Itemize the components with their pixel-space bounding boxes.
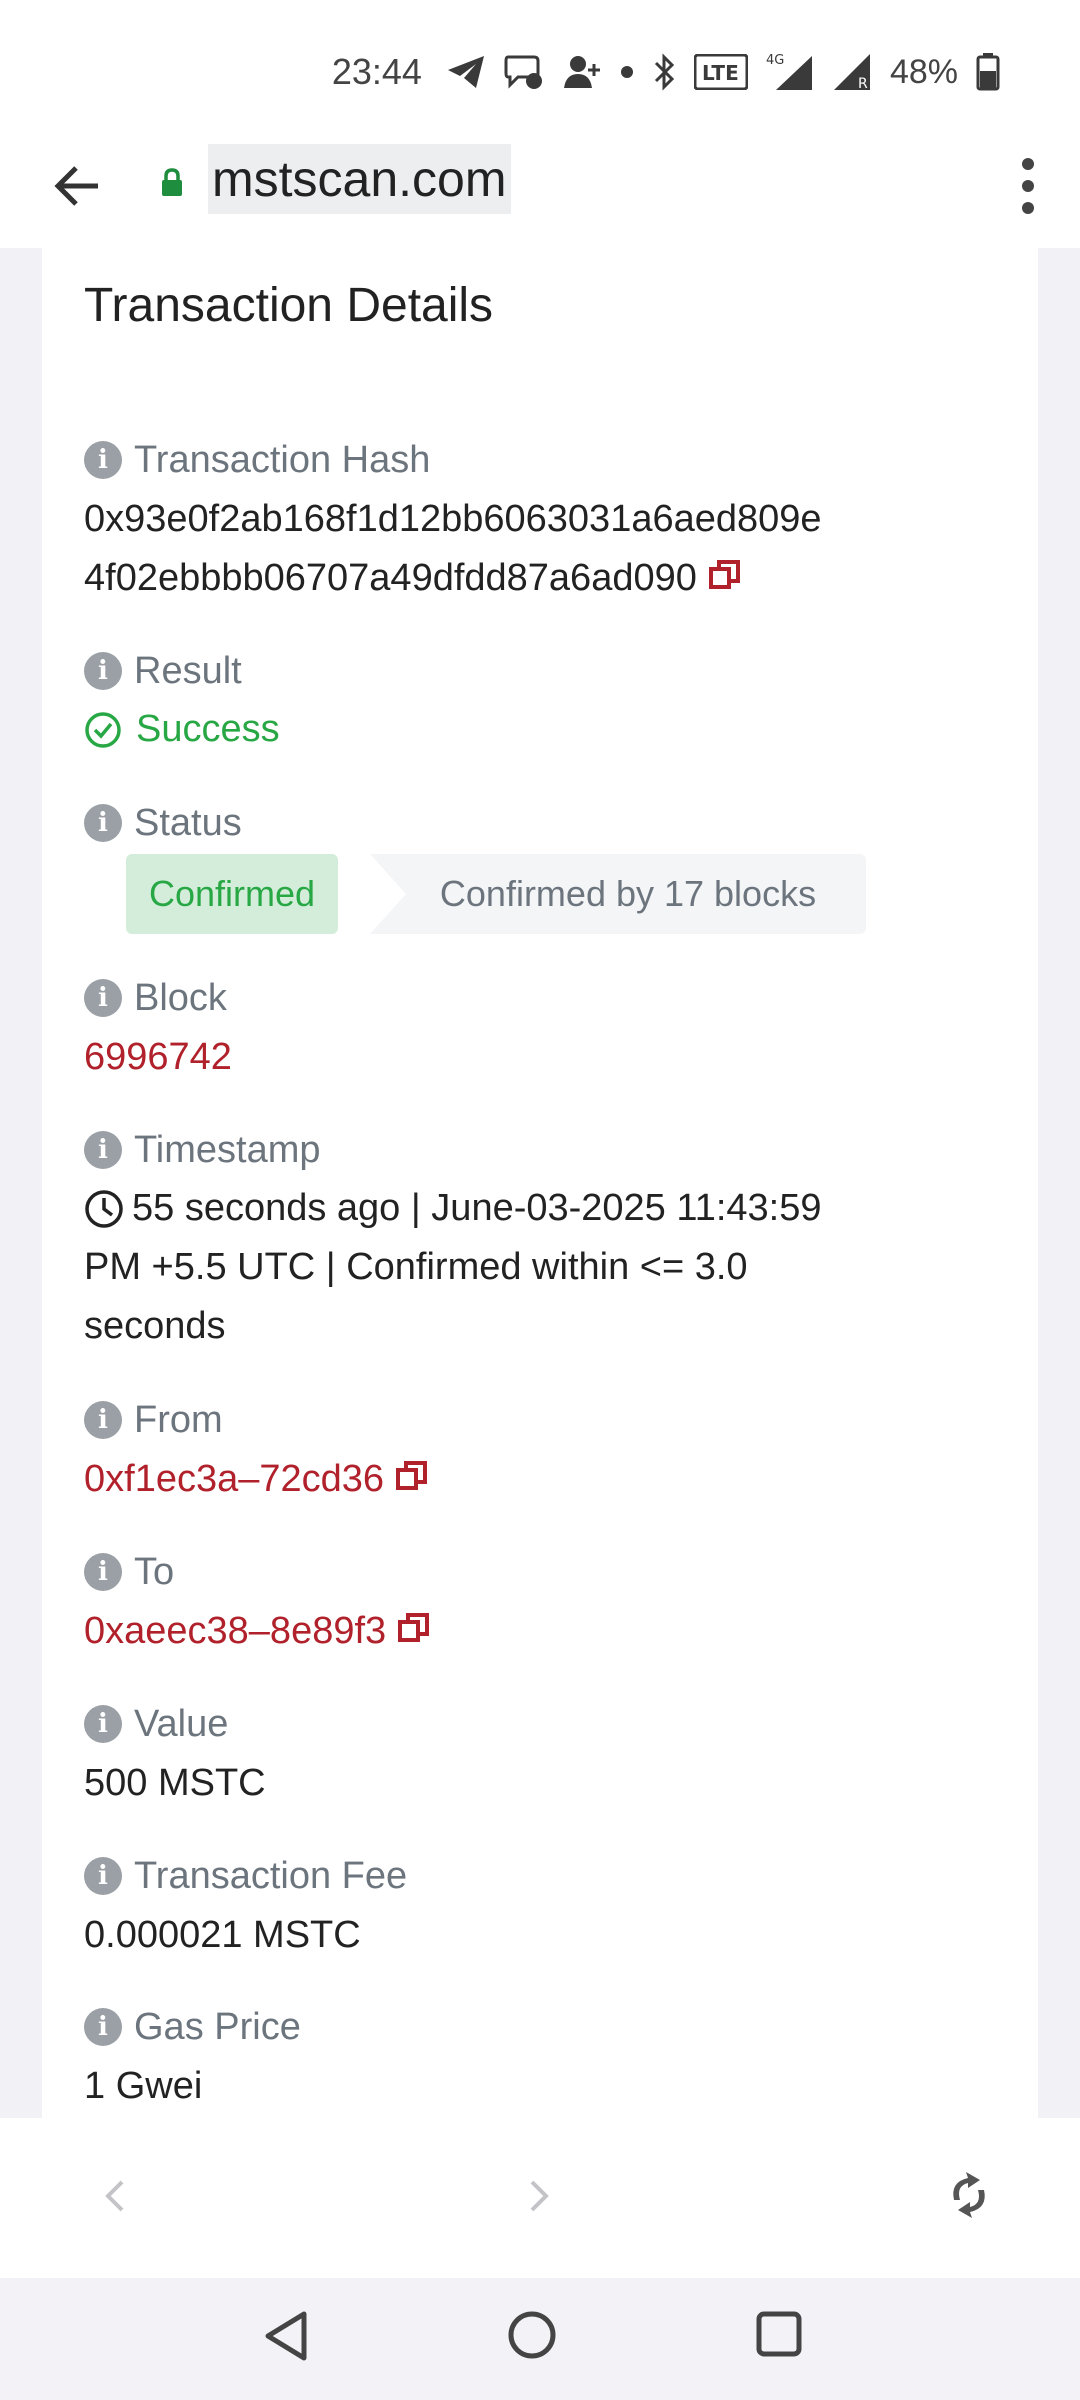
info-icon[interactable]: i bbox=[84, 441, 122, 479]
gas-amount: 1 Gwei bbox=[84, 2065, 203, 2107]
nav-recents-icon[interactable] bbox=[756, 2311, 802, 2362]
confirmations-badge: Confirmed by 17 blocks bbox=[370, 854, 866, 934]
signal-icon: 4G bbox=[766, 52, 814, 92]
system-nav-bar bbox=[0, 2278, 1080, 2400]
url-text[interactable]: mstscan.com bbox=[208, 144, 511, 214]
hash-value-line1: 0x93e0f2ab168f1d12bb6063031a6aed809e bbox=[84, 498, 822, 540]
back-arrow-icon[interactable] bbox=[52, 160, 104, 212]
hash-label-text: Transaction Hash bbox=[134, 438, 431, 481]
status-icons: 23:44 LTE 4G R 48% bbox=[332, 50, 1000, 94]
status-label: i Status bbox=[84, 801, 242, 844]
fee-amount: 0.000021 MSTC bbox=[84, 1914, 361, 1956]
battery-icon bbox=[976, 53, 1000, 91]
nav-home-icon[interactable] bbox=[507, 2310, 557, 2365]
browser-url-bar: mstscan.com bbox=[0, 140, 1080, 248]
fee-label-text: Transaction Fee bbox=[134, 1854, 408, 1897]
hash-value-line2: 4f02ebbbb06707a49dfdd87a6ad090 bbox=[84, 557, 697, 599]
info-icon[interactable]: i bbox=[84, 1857, 122, 1895]
more-menu-icon[interactable] bbox=[1018, 156, 1038, 216]
svg-text:4G: 4G bbox=[766, 53, 784, 68]
status-label-text: Status bbox=[134, 801, 242, 844]
telegram-icon bbox=[446, 54, 486, 90]
status-bar: 23:44 LTE 4G R 48% bbox=[0, 0, 1080, 140]
svg-text:LTE: LTE bbox=[702, 61, 739, 85]
lock-icon bbox=[160, 168, 184, 198]
gas-label-text: Gas Price bbox=[134, 2005, 301, 2048]
to-address-link[interactable]: 0xaeec38–8e89f3 bbox=[84, 1610, 386, 1652]
info-icon[interactable]: i bbox=[84, 1131, 122, 1169]
from-label: i From bbox=[84, 1398, 223, 1441]
browser-bottom-toolbar bbox=[0, 2118, 1080, 2278]
info-icon[interactable]: i bbox=[84, 1705, 122, 1743]
timestamp-line1-row: 55 seconds ago | June-03-2025 11:43:59 bbox=[84, 1179, 821, 1238]
timestamp-label-text: Timestamp bbox=[134, 1128, 321, 1171]
result-value-text: Success bbox=[136, 708, 280, 750]
timestamp-line1: 55 seconds ago | June-03-2025 11:43:59 bbox=[132, 1187, 822, 1229]
hash-value-line2-row: 4f02ebbbb06707a49dfdd87a6ad090 bbox=[84, 549, 822, 609]
result-label: i Result bbox=[84, 649, 242, 692]
chevron-right-icon[interactable] bbox=[526, 2178, 554, 2219]
timestamp-line3: seconds bbox=[84, 1305, 226, 1347]
info-icon[interactable]: i bbox=[84, 1401, 122, 1439]
from-address-link[interactable]: 0xf1ec3a–72cd36 bbox=[84, 1458, 384, 1500]
dot-icon bbox=[620, 65, 634, 79]
check-circle-icon bbox=[84, 711, 122, 749]
block-label-text: Block bbox=[134, 976, 227, 1019]
to-label: i To bbox=[84, 1550, 175, 1593]
value-label: i Value bbox=[84, 1702, 229, 1745]
from-value: 0xf1ec3a–72cd36 bbox=[84, 1450, 428, 1510]
result-value: Success bbox=[84, 700, 280, 759]
timestamp-label: i Timestamp bbox=[84, 1128, 321, 1171]
info-icon[interactable]: i bbox=[84, 652, 122, 690]
info-icon[interactable]: i bbox=[84, 2008, 122, 2046]
chevron-left-icon[interactable] bbox=[100, 2178, 128, 2219]
add-contact-icon bbox=[562, 54, 602, 90]
copy-icon[interactable] bbox=[396, 1451, 428, 1510]
volte-icon: LTE bbox=[693, 54, 748, 90]
status-time: 23:44 bbox=[331, 51, 422, 92]
timestamp-value: 55 seconds ago | June-03-2025 11:43:59 P… bbox=[84, 1179, 821, 1356]
value-label-text: Value bbox=[134, 1702, 229, 1745]
info-icon[interactable]: i bbox=[84, 979, 122, 1017]
bluetooth-icon bbox=[652, 53, 676, 91]
to-label-text: To bbox=[134, 1550, 175, 1593]
svg-text:R: R bbox=[858, 76, 868, 92]
hash-value: 0x93e0f2ab168f1d12bb6063031a6aed809e 4f0… bbox=[84, 490, 822, 609]
value-amount: 500 MSTC bbox=[84, 1762, 266, 1804]
gas-label: i Gas Price bbox=[84, 2005, 301, 2048]
timestamp-line2: PM +5.5 UTC | Confirmed within <= 3.0 bbox=[84, 1246, 748, 1288]
roaming-signal-icon: R bbox=[832, 52, 872, 92]
fee-label: i Transaction Fee bbox=[84, 1854, 408, 1897]
status-badge: Confirmed bbox=[126, 854, 338, 934]
to-value: 0xaeec38–8e89f3 bbox=[84, 1602, 430, 1662]
from-label-text: From bbox=[134, 1398, 223, 1441]
nav-back-icon[interactable] bbox=[262, 2310, 310, 2367]
copy-icon[interactable] bbox=[708, 550, 741, 609]
battery-percent: 48% bbox=[889, 52, 958, 91]
result-label-text: Result bbox=[134, 649, 242, 692]
info-icon[interactable]: i bbox=[84, 804, 122, 842]
refresh-icon[interactable] bbox=[944, 2170, 994, 2225]
clock-icon bbox=[84, 1189, 124, 1229]
block-label: i Block bbox=[84, 976, 227, 1019]
chat-icon bbox=[504, 53, 544, 91]
hash-label: i Transaction Hash bbox=[84, 438, 431, 481]
block-link[interactable]: 6996742 bbox=[84, 1028, 232, 1087]
copy-icon[interactable] bbox=[398, 1603, 430, 1662]
info-icon[interactable]: i bbox=[84, 1553, 122, 1591]
page-title: Transaction Details bbox=[84, 279, 494, 332]
